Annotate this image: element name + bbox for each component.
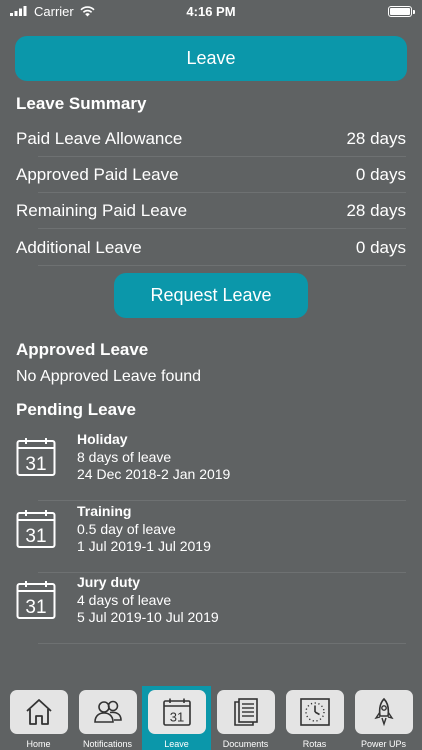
tab-bar: Home Notifications 31 Leave Documents Ro…	[0, 686, 422, 750]
tab-notifications[interactable]: Notifications	[73, 686, 142, 750]
calendar-icon: 31	[162, 698, 191, 726]
summary-row-value: 28 days	[346, 129, 406, 148]
tab-icon-box	[216, 690, 275, 734]
calendar-icon: 31	[16, 581, 56, 619]
tab-label: Leave	[164, 739, 189, 749]
tab-icon-box	[9, 690, 68, 734]
summary-row-value: 0 days	[355, 238, 406, 257]
calendar-day: 31	[25, 454, 46, 475]
pending-leave-type: Jury duty	[77, 574, 141, 590]
summary-row-label: Paid Leave Allowance	[16, 129, 183, 148]
pending-leave-dates: 24 Dec 2018-2 Jan 2019	[77, 466, 231, 482]
tab-documents[interactable]: Documents	[211, 686, 280, 750]
pending-leave-details: Holiday 8 days of leave 24 Dec 2018-2 Ja…	[77, 431, 230, 484]
tab-icon-box	[285, 690, 344, 734]
pending-leave-type: Holiday	[77, 431, 128, 447]
leave-summary-title: Leave Summary	[16, 94, 147, 113]
pending-leave-dates: 1 Jul 2019-1 Jul 2019	[77, 538, 211, 554]
approved-leave-empty-text: No Approved Leave found	[16, 368, 202, 385]
pending-leave-details: Training 0.5 day of leave 1 Jul 2019-1 J…	[77, 503, 211, 556]
pending-leave-item[interactable]: 31 Training 0.5 day of leave 1 Jul 2019-…	[16, 503, 406, 573]
tab-power-ups[interactable]: Power UPs	[349, 686, 418, 750]
status-bar: Carrier 4:16 PM	[0, 0, 422, 22]
tab-rotas[interactable]: Rotas	[280, 686, 349, 750]
tab-icon-box: 31	[147, 690, 206, 734]
pending-leave-amount: 8 days of leave	[77, 448, 172, 465]
carrier-name: Carrier	[34, 3, 74, 19]
signal-icon	[10, 6, 27, 16]
people-icon	[93, 700, 122, 723]
rocket-icon	[373, 697, 394, 727]
document-icon	[233, 698, 258, 726]
summary-row-value: 28 days	[346, 201, 406, 220]
calendar-icon: 31	[16, 438, 56, 476]
pending-leave-type: Training	[77, 503, 132, 519]
battery-icon	[388, 5, 415, 17]
pending-leave-item[interactable]: 31 Jury duty 4 days of leave 5 Jul 2019-…	[16, 574, 406, 644]
tab-home[interactable]: Home	[4, 686, 73, 750]
summary-row-paid-allowance: Paid Leave Allowance 28 days	[16, 121, 406, 157]
request-leave-button[interactable]: Request Leave	[114, 273, 308, 318]
tab-label: Power UPs	[360, 739, 406, 749]
approved-leave-title: Approved Leave	[16, 340, 149, 359]
wifi-icon	[80, 5, 95, 16]
pending-leave-amount: 4 days of leave	[77, 591, 172, 608]
tab-label: Documents	[222, 739, 269, 749]
pending-leave-dates: 5 Jul 2019-10 Jul 2019	[77, 609, 219, 625]
calendar-icon: 31	[16, 510, 56, 548]
tab-label: Rotas	[302, 739, 327, 749]
leave-header-button[interactable]: Leave	[15, 36, 407, 81]
clock-icon	[299, 698, 330, 726]
calendar-day: 31	[169, 710, 183, 725]
pending-leave-details: Jury duty 4 days of leave 5 Jul 2019-10 …	[77, 574, 219, 627]
summary-row-label: Remaining Paid Leave	[16, 201, 188, 220]
home-icon	[25, 699, 52, 725]
calendar-day: 31	[25, 526, 46, 547]
tab-leave[interactable]: 31 Leave	[142, 686, 211, 750]
summary-row-additional: Additional Leave 0 days	[16, 230, 406, 266]
summary-row-approved-paid: Approved Paid Leave 0 days	[16, 157, 406, 193]
status-left: Carrier	[10, 4, 95, 19]
tab-label: Home	[26, 739, 51, 749]
tab-label: Notifications	[82, 739, 133, 749]
summary-row-label: Additional Leave	[16, 238, 142, 257]
pending-leave-title: Pending Leave	[16, 400, 136, 419]
summary-row-label: Approved Paid Leave	[16, 165, 179, 184]
summary-row-value: 0 days	[355, 165, 406, 184]
tab-icon-box	[78, 690, 137, 734]
summary-row-remaining-paid: Remaining Paid Leave 28 days	[16, 193, 406, 229]
pending-leave-amount: 0.5 day of leave	[77, 520, 176, 537]
pending-leave-item[interactable]: 31 Holiday 8 days of leave 24 Dec 2018-2…	[16, 431, 406, 501]
calendar-day: 31	[25, 597, 46, 618]
tab-icon-box	[354, 690, 413, 734]
